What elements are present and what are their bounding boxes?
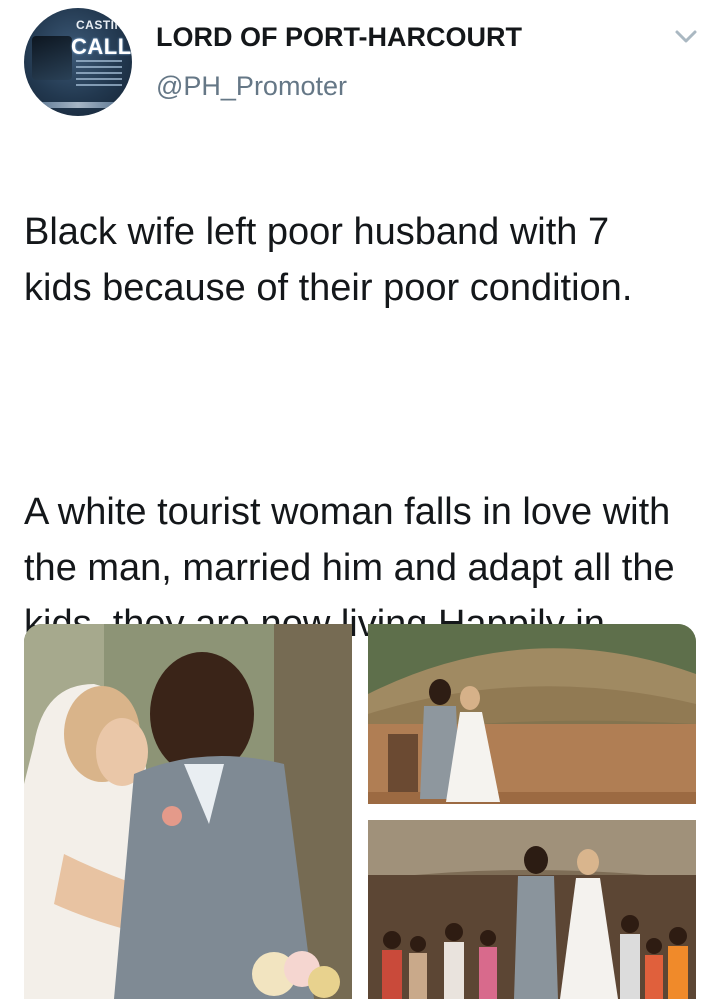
user-handle[interactable]: @PH_Promoter bbox=[156, 71, 347, 102]
avatar-text-casting: CASTING bbox=[76, 18, 132, 32]
tweet-paragraph-1: Black wife left poor husband with 7 kids… bbox=[24, 211, 633, 309]
avatar-fine-print bbox=[76, 60, 122, 90]
chevron-down-icon[interactable] bbox=[672, 24, 700, 48]
camera-graphic bbox=[32, 36, 72, 80]
photo-couple-closeup[interactable] bbox=[24, 624, 352, 999]
avatar-strip bbox=[36, 102, 120, 108]
display-name[interactable]: LORD OF PORT-HARCOURT bbox=[156, 22, 522, 53]
profile-avatar[interactable]: CASTING CALL bbox=[24, 8, 132, 116]
photo-family-children[interactable] bbox=[368, 820, 696, 999]
media-grid[interactable] bbox=[24, 624, 696, 999]
photo-couple-hut[interactable] bbox=[368, 624, 696, 804]
avatar-text-call: CALL bbox=[71, 34, 132, 59]
